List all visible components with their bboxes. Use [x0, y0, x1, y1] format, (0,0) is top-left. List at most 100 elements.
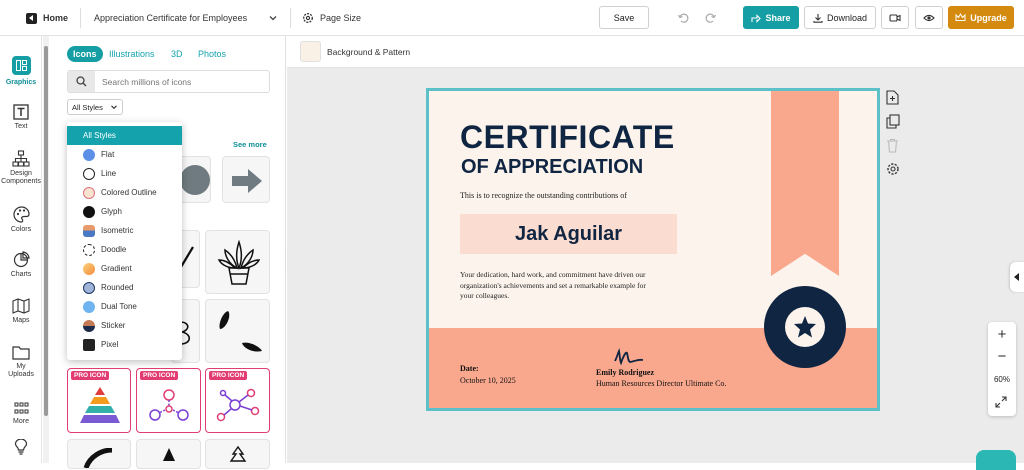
- see-more-link[interactable]: See more: [233, 140, 267, 149]
- icon-tile-potted-plant[interactable]: [205, 230, 270, 294]
- chart-icon: [13, 251, 30, 268]
- panel-scrollbar-thumb[interactable]: [44, 46, 48, 416]
- team-network-icon: [149, 389, 189, 421]
- save-button[interactable]: Save: [599, 6, 649, 29]
- pro-icon-tile-pyramid[interactable]: PRO ICON: [67, 368, 131, 433]
- dropdown-item-label: Dual Tone: [101, 302, 137, 311]
- search-box: [67, 70, 270, 93]
- dropdown-item-dual-tone[interactable]: Dual Tone: [67, 297, 182, 316]
- page-size-button[interactable]: Page Size: [302, 10, 361, 26]
- redo-button[interactable]: [698, 6, 724, 29]
- delete-page-button[interactable]: [886, 138, 902, 154]
- certificate-page[interactable]: CERTIFICATE OF APPRECIATION This is to r…: [426, 88, 880, 411]
- rail-item-maps[interactable]: Maps: [0, 298, 42, 325]
- folder-icon: [12, 346, 30, 360]
- dropdown-item-label: Flat: [101, 150, 115, 159]
- certificate-subtitle[interactable]: OF APPRECIATION: [461, 156, 643, 179]
- dropdown-item-colored-outline[interactable]: Colored Outline: [67, 183, 182, 202]
- dropdown-item-flat[interactable]: Flat: [67, 145, 182, 164]
- page-settings-button[interactable]: [886, 162, 902, 178]
- dropdown-item-label: Rounded: [101, 283, 134, 292]
- eye-icon: [923, 14, 935, 21]
- recipient-name-box[interactable]: Jak Aguilar: [460, 214, 677, 254]
- tab-photos[interactable]: Photos: [198, 46, 226, 62]
- pro-icon-tile-team-network[interactable]: PRO ICON: [136, 368, 201, 433]
- certificate-body-text[interactable]: Your dedication, hard work, and commitme…: [460, 270, 660, 302]
- tab-icons[interactable]: Icons: [67, 46, 103, 62]
- molecule-network-icon: [216, 388, 260, 422]
- certificate-title[interactable]: CERTIFICATE: [460, 119, 675, 156]
- date-value[interactable]: October 10, 2025: [460, 376, 516, 385]
- dropdown-item-pixel[interactable]: Pixel: [67, 335, 182, 354]
- icon-tile-brush-stroke[interactable]: [67, 439, 131, 469]
- search-input[interactable]: [102, 74, 262, 89]
- right-panel-handle[interactable]: [1010, 262, 1024, 292]
- search-button[interactable]: [68, 71, 95, 92]
- dropdown-item-doodle[interactable]: Doodle: [67, 240, 182, 259]
- preview-button[interactable]: [915, 6, 943, 29]
- zoom-out-button[interactable]: −: [988, 348, 1016, 366]
- award-seal[interactable]: [764, 286, 846, 368]
- rail-item-colors[interactable]: Colors: [0, 206, 42, 234]
- dropdown-item-gradient[interactable]: Gradient: [67, 259, 182, 278]
- icon-tile-arrow[interactable]: [222, 156, 270, 203]
- home-button[interactable]: Home: [26, 10, 68, 26]
- circle-icon: [180, 165, 210, 195]
- background-pattern-label[interactable]: Background & Pattern: [327, 47, 410, 57]
- share-button[interactable]: Share: [743, 6, 799, 29]
- rail-item-ideas[interactable]: [0, 439, 42, 458]
- document-title: Appreciation Certificate for Employees: [94, 13, 248, 23]
- dropdown-item-line[interactable]: Line: [67, 164, 182, 183]
- graphics-icon: [11, 56, 31, 75]
- icon-tile-plant-sprout[interactable]: [136, 439, 201, 469]
- signer-name[interactable]: Emily Rodriguez: [596, 368, 654, 377]
- help-chat-button[interactable]: [976, 450, 1016, 470]
- dropdown-item-isometric[interactable]: Isometric: [67, 221, 182, 240]
- pixel-style-icon: [83, 338, 95, 351]
- upgrade-button[interactable]: Upgrade: [948, 6, 1014, 29]
- star-icon: [794, 316, 816, 338]
- rail-item-design-components[interactable]: Design Components: [0, 150, 42, 186]
- zoom-level[interactable]: 60%: [988, 375, 1016, 384]
- chevron-down-icon: [269, 16, 277, 21]
- left-rail: Graphics Text Design Components Colors C…: [0, 36, 42, 463]
- palette-icon: [12, 206, 30, 223]
- zoom-in-button[interactable]: +: [988, 326, 1016, 344]
- download-label: Download: [826, 12, 868, 23]
- rail-item-graphics[interactable]: Graphics: [0, 56, 42, 87]
- certificate-intro[interactable]: This is to recognize the outstanding con…: [460, 191, 627, 200]
- fit-to-screen-button[interactable]: [995, 395, 1009, 409]
- tree-icon: [229, 446, 247, 462]
- style-select[interactable]: All Styles: [67, 99, 123, 115]
- tab-label: Photos: [198, 49, 227, 59]
- signature-image[interactable]: [613, 347, 647, 367]
- dropdown-item-sticker[interactable]: Sticker: [67, 316, 182, 335]
- add-page-button[interactable]: [886, 90, 902, 106]
- icon-tile-tree[interactable]: [205, 439, 270, 469]
- document-title-select[interactable]: Appreciation Certificate for Employees: [94, 10, 278, 26]
- certificate-ribbon[interactable]: [771, 91, 839, 276]
- grid-icon: [14, 402, 28, 414]
- date-label[interactable]: Date:: [460, 364, 479, 373]
- duplicate-page-button[interactable]: [886, 114, 902, 130]
- pro-icon-tile-molecule[interactable]: PRO ICON: [205, 368, 270, 433]
- undo-button[interactable]: [670, 6, 696, 29]
- tab-3d[interactable]: 3D: [171, 46, 183, 62]
- signer-title[interactable]: Human Resources Director Ultimate Co.: [596, 379, 726, 388]
- rail-item-charts[interactable]: Charts: [0, 251, 42, 279]
- rail-item-my-uploads[interactable]: My Uploads: [0, 345, 42, 379]
- video-icon: [889, 13, 901, 22]
- background-swatch[interactable]: [300, 41, 321, 62]
- dropdown-item-all-styles[interactable]: All Styles: [67, 126, 182, 145]
- lightbulb-icon: [14, 439, 28, 455]
- dropdown-item-glyph[interactable]: Glyph: [67, 202, 182, 221]
- download-button[interactable]: Download: [804, 6, 876, 29]
- tab-illustrations[interactable]: Illustrations: [109, 46, 155, 62]
- dropdown-item-rounded[interactable]: Rounded: [67, 278, 182, 297]
- tab-label: Icons: [73, 49, 97, 59]
- rail-item-more[interactable]: More: [0, 402, 42, 426]
- dual-tone-style-icon: [83, 300, 95, 313]
- icon-tile-leaves[interactable]: [205, 299, 270, 363]
- rail-item-text[interactable]: Text: [0, 104, 42, 131]
- present-video-button[interactable]: [881, 6, 909, 29]
